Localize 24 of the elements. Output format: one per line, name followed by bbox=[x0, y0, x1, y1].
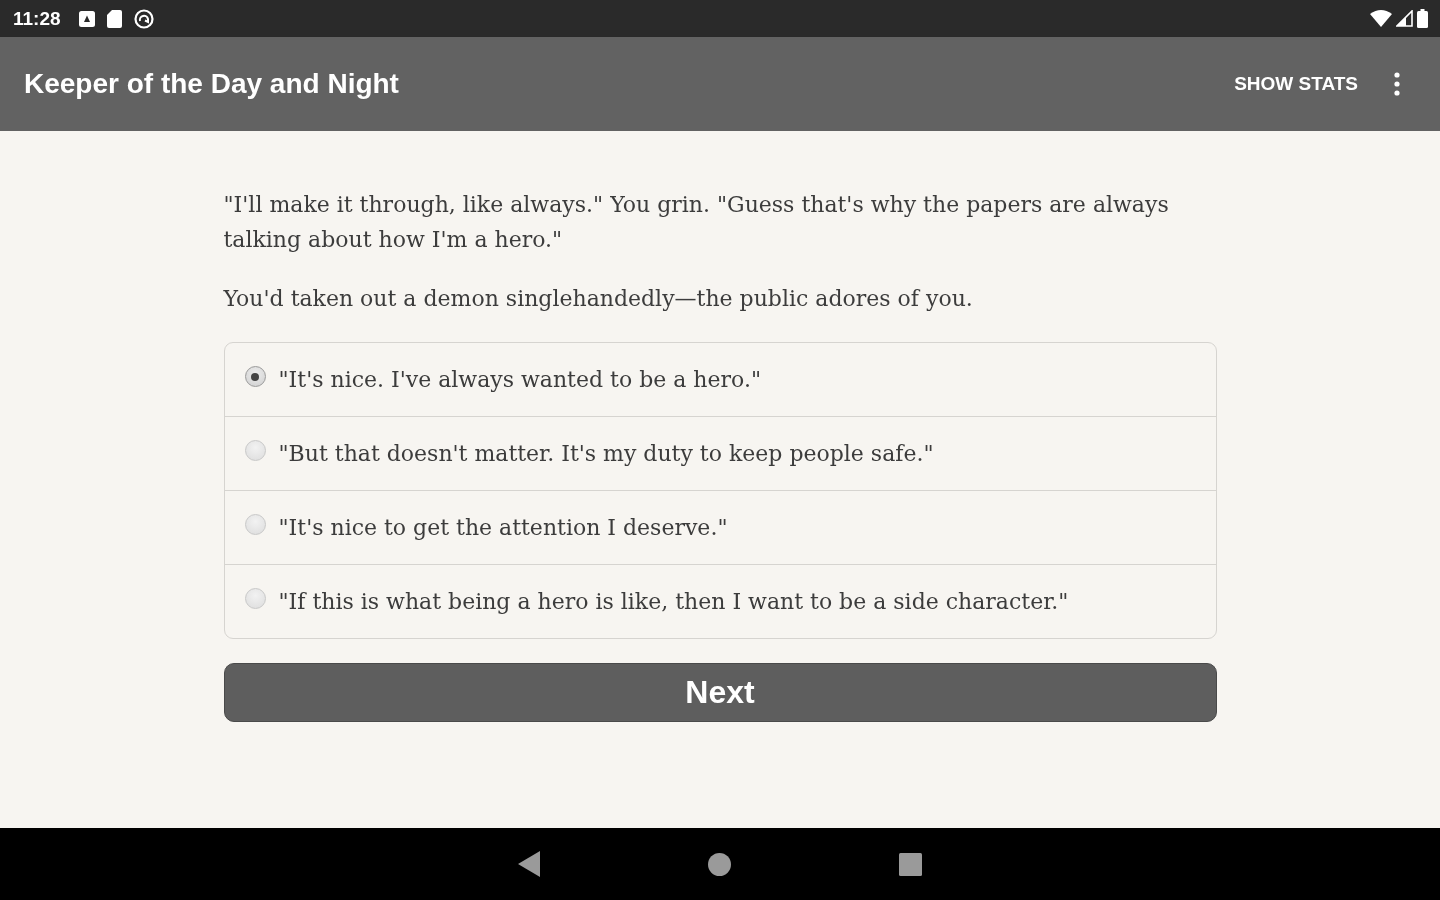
story-paragraph: You'd taken out a demon singlehandedly—the public adores of you. bbox=[223, 285, 974, 313]
wifi-icon bbox=[1370, 10, 1392, 27]
story-paragraph: "I'll make it through, like always." You grin. "Guess that's why the papers are always talking about how I'm a hero." bbox=[223, 191, 1170, 254]
home-icon[interactable] bbox=[708, 852, 731, 876]
app-title: Keeper of the Day and Night bbox=[24, 68, 399, 100]
battery-icon bbox=[1417, 9, 1428, 28]
more-options-icon[interactable] bbox=[1394, 72, 1400, 96]
radio-button[interactable] bbox=[244, 440, 266, 461]
radio-button[interactable] bbox=[244, 514, 266, 535]
next-button[interactable]: Next bbox=[223, 663, 1217, 722]
back-icon[interactable] bbox=[518, 851, 540, 877]
notification-icon bbox=[78, 10, 95, 27]
choice-option[interactable]: "It's nice. I've always wanted to be a hero." bbox=[224, 343, 1216, 416]
circled-symbol-icon bbox=[133, 8, 154, 29]
signal-icon bbox=[1396, 10, 1413, 27]
status-time: 11:28 bbox=[13, 7, 61, 30]
choice-option[interactable]: "It's nice to get the attention I deserve." bbox=[224, 490, 1216, 564]
recents-icon[interactable] bbox=[899, 852, 922, 876]
sd-card-icon bbox=[106, 9, 122, 28]
show-stats-button[interactable]: SHOW STATS bbox=[1234, 69, 1358, 99]
choice-option[interactable]: "But that doesn't matter. It's my duty to keep people safe." bbox=[224, 416, 1216, 490]
choice-option[interactable]: "If this is what being a hero is like, then I want to be a side character." bbox=[224, 564, 1216, 638]
radio-button[interactable] bbox=[244, 366, 266, 387]
radio-button[interactable] bbox=[244, 588, 266, 609]
